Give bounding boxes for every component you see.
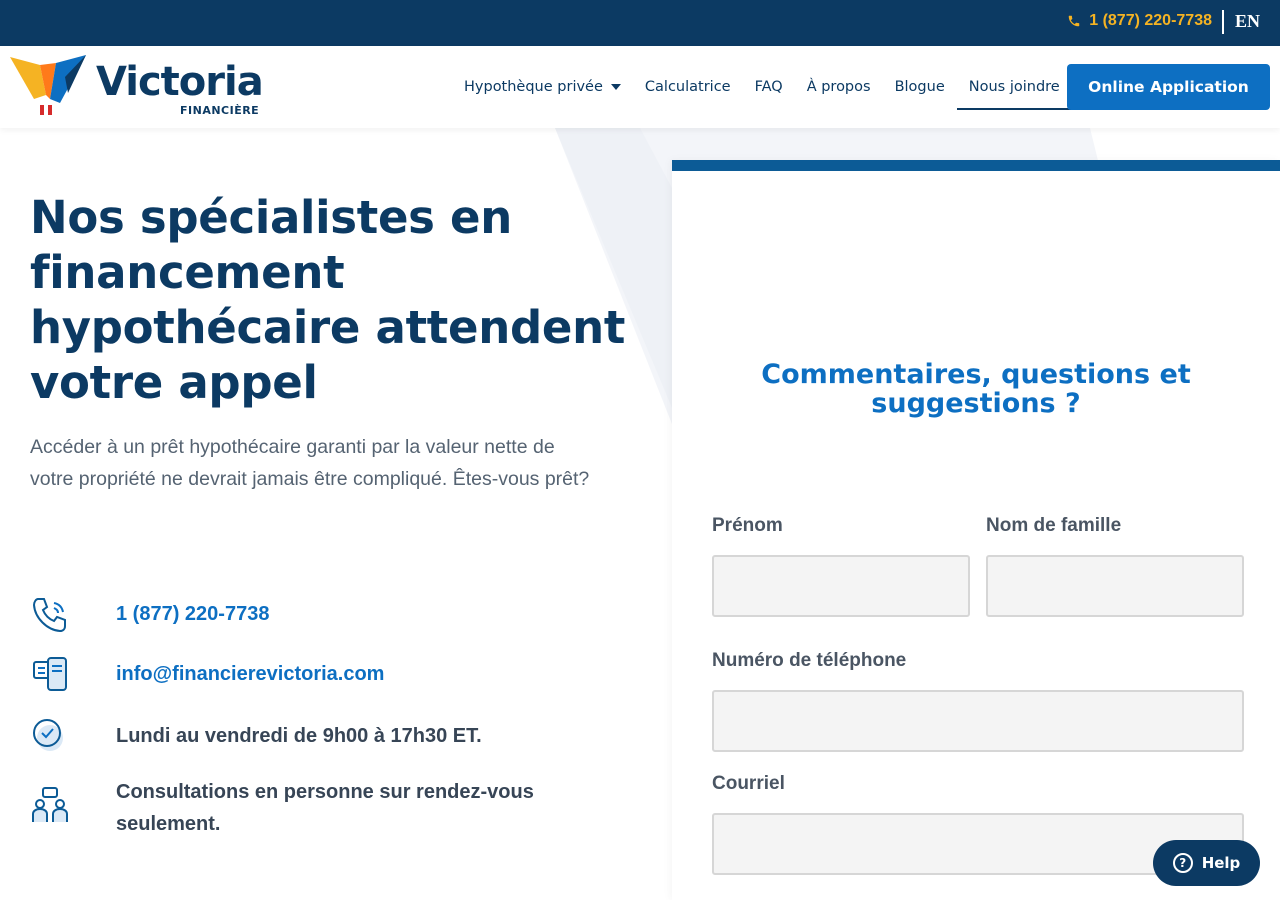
phone-icon (1068, 15, 1080, 27)
divider (1222, 10, 1224, 34)
form-title: Commentaires, questions et suggestions ? (761, 359, 1191, 419)
hero-description: Accéder à un prêt hypothécaire garanti p… (30, 436, 590, 490)
chat-devices-icon (33, 657, 67, 691)
main-header: Victoria FINANCIÈRE Hypothèque privée Ca… (0, 46, 1280, 128)
phone-field[interactable] (712, 690, 1244, 752)
logo-brand: Victoria (96, 59, 264, 105)
contact-phone-link[interactable]: 1 (877) 220-7738 (116, 598, 269, 630)
contact-form: Commentaires, questions et suggestions ?… (672, 160, 1280, 900)
help-label: Help (1201, 854, 1241, 872)
nav-item-label: Blogue (894, 79, 945, 95)
nav-item-label: Hypothèque privée (464, 79, 603, 95)
logo-subtitle: FINANCIÈRE (180, 104, 260, 117)
top-phone-text: 1 (877) 220-7738 (1089, 12, 1212, 29)
main-nav: Hypothèque privée Calculatrice FAQ À pro… (452, 46, 1072, 128)
page-title: Nos spécialistes en financement hypothéc… (30, 191, 626, 409)
email-label: Courriel (712, 773, 785, 794)
first-name-label: Prénom (712, 515, 783, 536)
nav-item-calculatrice[interactable]: Calculatrice (633, 46, 743, 128)
people-meeting-icon (32, 787, 68, 822)
nav-item-apropos[interactable]: À propos (795, 46, 883, 128)
nav-item-hypotheque[interactable]: Hypothèque privée (452, 46, 633, 128)
phone-call-icon (32, 598, 66, 633)
nav-item-label: FAQ (754, 79, 783, 95)
clock-icon (33, 719, 63, 751)
last-name-field[interactable] (986, 555, 1244, 617)
nav-item-blogue[interactable]: Blogue (883, 46, 957, 128)
logo[interactable]: Victoria FINANCIÈRE (10, 55, 270, 119)
nav-item-label: Calculatrice (644, 79, 731, 95)
nav-item-label: Nous joindre (968, 79, 1060, 95)
contact-hours-text: Lundi au vendredi de 9h00 à 17h30 ET. (116, 725, 482, 747)
contact-consult-text: Consultations en personne sur rendez-vou… (116, 781, 534, 835)
nav-item-faq[interactable]: FAQ (743, 46, 795, 128)
contact-email-link[interactable]: info@financierevictoria.com (116, 658, 384, 690)
top-phone-link[interactable]: 1 (877) 220-7738 (1067, 12, 1212, 30)
top-bar: 1 (877) 220-7738 EN (0, 0, 1280, 46)
last-name-label: Nom de famille (986, 515, 1122, 536)
question-icon: ? (1172, 853, 1193, 873)
online-application-button[interactable]: Online Application (1067, 64, 1270, 110)
help-button[interactable]: ? Help (1153, 840, 1260, 886)
first-name-field[interactable] (712, 555, 970, 617)
language-switch[interactable]: EN (1235, 11, 1260, 32)
phone-label: Numéro de téléphone (712, 650, 907, 671)
nav-item-label: À propos (806, 79, 871, 95)
caret-down-icon (610, 84, 621, 90)
logo-mark-icon (10, 55, 86, 115)
nav-item-nous-joindre[interactable]: Nous joindre (956, 46, 1072, 128)
